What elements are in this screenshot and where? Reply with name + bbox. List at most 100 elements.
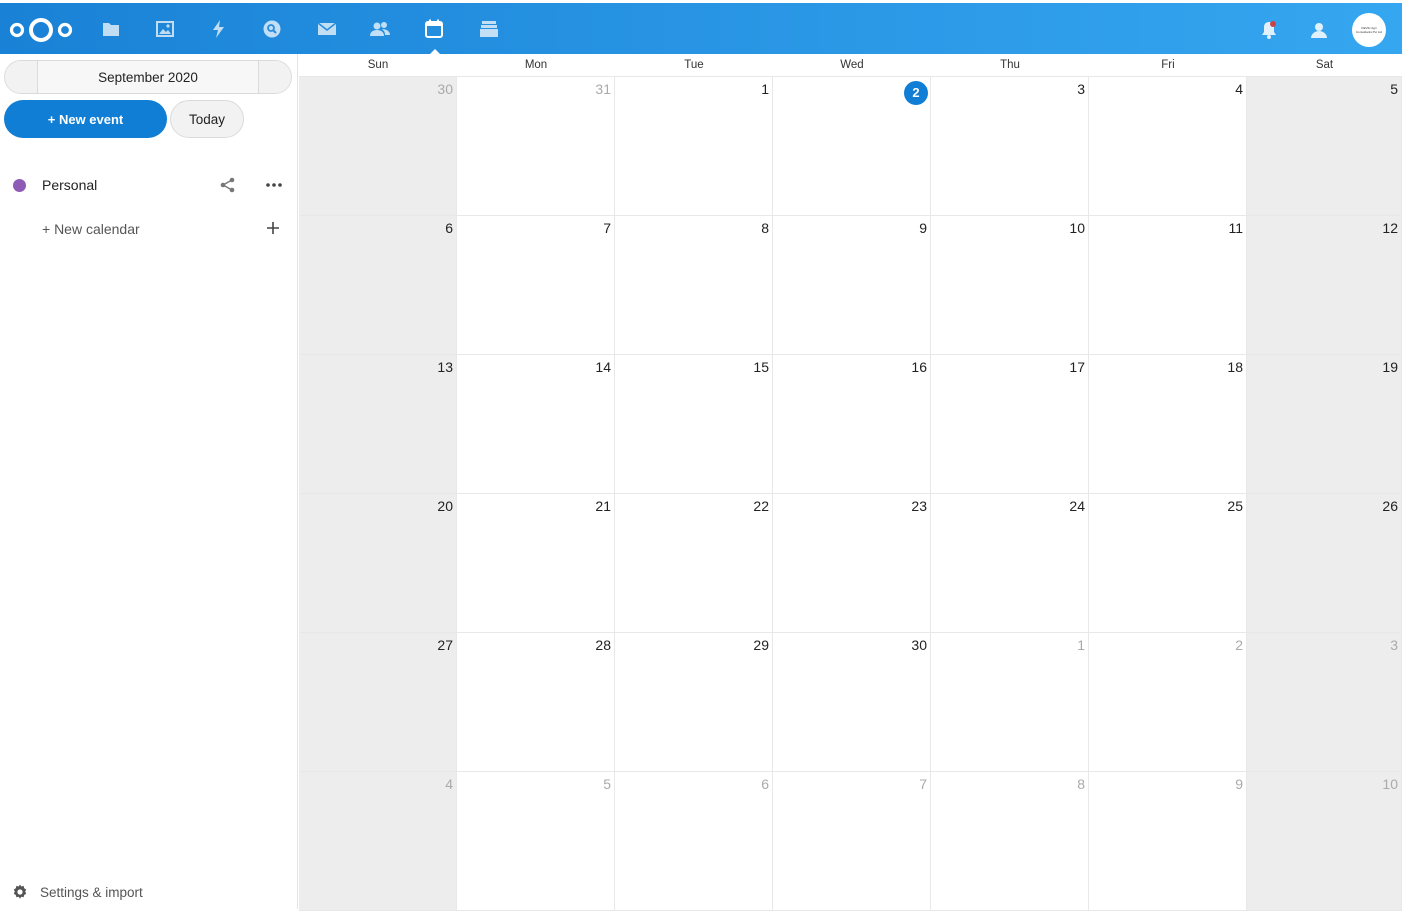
day-cell[interactable]: 4: [1089, 77, 1247, 216]
day-cell[interactable]: 7: [773, 772, 931, 911]
day-number[interactable]: 22: [753, 498, 769, 514]
day-number[interactable]: 31: [595, 81, 611, 97]
day-cell[interactable]: 30: [773, 633, 931, 772]
day-number[interactable]: 12: [1382, 220, 1398, 236]
day-number[interactable]: 6: [445, 220, 453, 236]
day-number[interactable]: 21: [595, 498, 611, 514]
day-number[interactable]: 30: [437, 81, 453, 97]
day-cell[interactable]: 5: [457, 772, 615, 911]
day-number[interactable]: 7: [919, 776, 927, 792]
day-number[interactable]: 27: [437, 637, 453, 653]
calendar-icon[interactable]: [421, 16, 447, 42]
day-cell[interactable]: 4: [299, 772, 457, 911]
day-number[interactable]: 24: [1069, 498, 1085, 514]
new-calendar-button[interactable]: + New calendar: [0, 212, 298, 246]
day-cell[interactable]: 17: [931, 355, 1089, 494]
calendar-item-personal[interactable]: Personal: [0, 168, 298, 202]
search-icon[interactable]: [259, 16, 285, 42]
day-cell[interactable]: 24: [931, 494, 1089, 633]
day-number[interactable]: 15: [753, 359, 769, 375]
day-cell[interactable]: 29: [615, 633, 773, 772]
new-event-button[interactable]: + New event: [4, 100, 167, 138]
day-cell[interactable]: 10: [1247, 772, 1402, 911]
day-cell[interactable]: 9: [1089, 772, 1247, 911]
day-cell[interactable]: 8: [931, 772, 1089, 911]
avatar[interactable]: DEVIC Agri Consultants Pvt Ltd: [1352, 13, 1386, 47]
contacts-menu-icon[interactable]: [1309, 20, 1329, 40]
day-number[interactable]: 3: [1077, 81, 1085, 97]
day-cell[interactable]: 23: [773, 494, 931, 633]
day-cell[interactable]: 10: [931, 216, 1089, 355]
day-cell[interactable]: 21: [457, 494, 615, 633]
day-number[interactable]: 5: [1390, 81, 1398, 97]
plus-icon[interactable]: [265, 220, 281, 236]
day-cell[interactable]: 30: [299, 77, 457, 216]
day-number[interactable]: 8: [1077, 776, 1085, 792]
day-cell[interactable]: 22: [615, 494, 773, 633]
day-number[interactable]: 7: [603, 220, 611, 236]
day-number[interactable]: 5: [603, 776, 611, 792]
today-button[interactable]: Today: [170, 100, 244, 138]
day-number[interactable]: 14: [595, 359, 611, 375]
day-cell[interactable]: 19: [1247, 355, 1402, 494]
day-cell-today[interactable]: 2: [773, 77, 931, 216]
next-month-button[interactable]: [258, 61, 291, 93]
day-cell[interactable]: 7: [457, 216, 615, 355]
day-number[interactable]: 25: [1227, 498, 1243, 514]
day-number[interactable]: 17: [1069, 359, 1085, 375]
day-cell[interactable]: 1: [615, 77, 773, 216]
day-cell[interactable]: 15: [615, 355, 773, 494]
day-number[interactable]: 1: [761, 81, 769, 97]
day-cell[interactable]: 3: [1247, 633, 1402, 772]
day-cell[interactable]: 12: [1247, 216, 1402, 355]
day-cell[interactable]: 6: [299, 216, 457, 355]
day-number[interactable]: 6: [761, 776, 769, 792]
day-number[interactable]: 11: [1228, 220, 1243, 236]
day-number[interactable]: 9: [919, 220, 927, 236]
day-number[interactable]: 8: [761, 220, 769, 236]
mail-icon[interactable]: [314, 16, 340, 42]
day-cell[interactable]: 2: [1089, 633, 1247, 772]
settings-button[interactable]: Settings & import: [0, 876, 298, 908]
day-number[interactable]: 13: [437, 359, 453, 375]
day-cell[interactable]: 13: [299, 355, 457, 494]
day-number[interactable]: 4: [445, 776, 453, 792]
deck-icon[interactable]: [476, 16, 502, 42]
day-number[interactable]: 20: [437, 498, 453, 514]
day-number[interactable]: 16: [911, 359, 927, 375]
previous-month-button[interactable]: [5, 61, 38, 93]
day-cell[interactable]: 1: [931, 633, 1089, 772]
day-cell[interactable]: 8: [615, 216, 773, 355]
notifications-icon[interactable]: [1259, 20, 1279, 40]
day-number[interactable]: 4: [1235, 81, 1243, 97]
day-number[interactable]: 3: [1390, 637, 1398, 653]
day-number[interactable]: 2: [904, 81, 928, 105]
day-cell[interactable]: 16: [773, 355, 931, 494]
day-cell[interactable]: 28: [457, 633, 615, 772]
files-icon[interactable]: [98, 16, 124, 42]
day-cell[interactable]: 27: [299, 633, 457, 772]
month-label[interactable]: September 2020: [38, 61, 258, 93]
day-number[interactable]: 30: [911, 637, 927, 653]
day-cell[interactable]: 5: [1247, 77, 1402, 216]
day-number[interactable]: 10: [1069, 220, 1085, 236]
day-number[interactable]: 2: [1235, 637, 1243, 653]
share-icon[interactable]: [219, 176, 237, 194]
day-cell[interactable]: 9: [773, 216, 931, 355]
day-number[interactable]: 29: [753, 637, 769, 653]
day-cell[interactable]: 26: [1247, 494, 1402, 633]
day-cell[interactable]: 18: [1089, 355, 1247, 494]
more-options-icon[interactable]: [264, 176, 284, 194]
day-number[interactable]: 10: [1382, 776, 1398, 792]
day-number[interactable]: 23: [911, 498, 927, 514]
day-cell[interactable]: 14: [457, 355, 615, 494]
day-cell[interactable]: 20: [299, 494, 457, 633]
activity-icon[interactable]: [206, 16, 232, 42]
day-number[interactable]: 26: [1382, 498, 1398, 514]
day-cell[interactable]: 6: [615, 772, 773, 911]
nextcloud-logo-icon[interactable]: [9, 15, 73, 45]
day-cell[interactable]: 25: [1089, 494, 1247, 633]
photos-icon[interactable]: [152, 16, 178, 42]
day-cell[interactable]: 31: [457, 77, 615, 216]
day-cell[interactable]: 3: [931, 77, 1089, 216]
